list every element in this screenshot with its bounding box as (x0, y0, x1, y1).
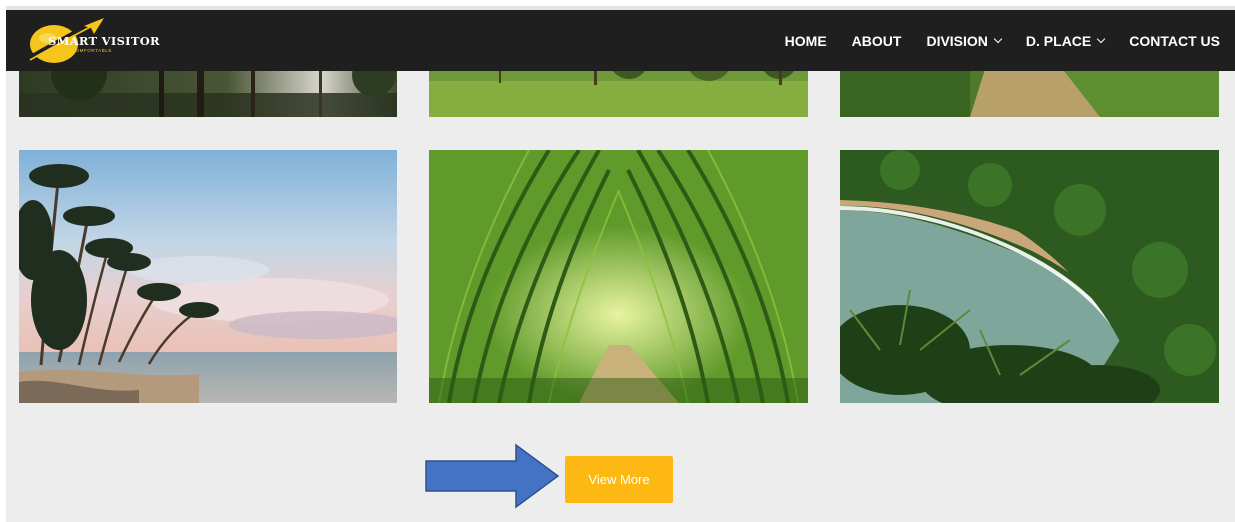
nav-item-about[interactable]: ABOUT (852, 33, 902, 49)
gallery-photo-palm-beach-sunset[interactable] (19, 150, 397, 403)
view-more-button[interactable]: View More (565, 456, 673, 503)
nav-item-d-place[interactable]: D. PLACE (1025, 32, 1106, 49)
site-logo[interactable]: SMART VISITOR EASY & COMFORTABLE (24, 14, 184, 70)
brand-name: SMART VISITOR (48, 34, 160, 48)
nav-menu: HOME ABOUT DIVISION D. PLACE CONTACT US (785, 10, 1220, 71)
brand-tagline: EASY & COMFORTABLE (50, 48, 113, 53)
gallery-photo-tropical-cove[interactable] (840, 150, 1219, 403)
arrow-right-icon (424, 443, 560, 514)
navbar: SMART VISITOR EASY & COMFORTABLE HOME AB… (6, 10, 1235, 71)
chevron-down-icon (993, 34, 1003, 44)
nav-item-label: DIVISION (926, 32, 988, 49)
nav-item-label: ABOUT (851, 32, 902, 49)
nav-item-contact-us[interactable]: CONTACT US (1129, 33, 1220, 49)
nav-item-home[interactable]: HOME (785, 33, 827, 49)
page: SMART VISITOR EASY & COMFORTABLE HOME AB… (6, 6, 1235, 522)
chevron-down-icon (1097, 34, 1106, 44)
gallery-photo-bamboo-tunnel[interactable] (429, 150, 808, 403)
nav-item-label: CONTACT US (1129, 32, 1220, 49)
nav-item-label: HOME (784, 32, 827, 49)
nav-item-division[interactable]: DIVISION (926, 32, 1003, 49)
nav-item-label: D. PLACE (1025, 32, 1092, 49)
